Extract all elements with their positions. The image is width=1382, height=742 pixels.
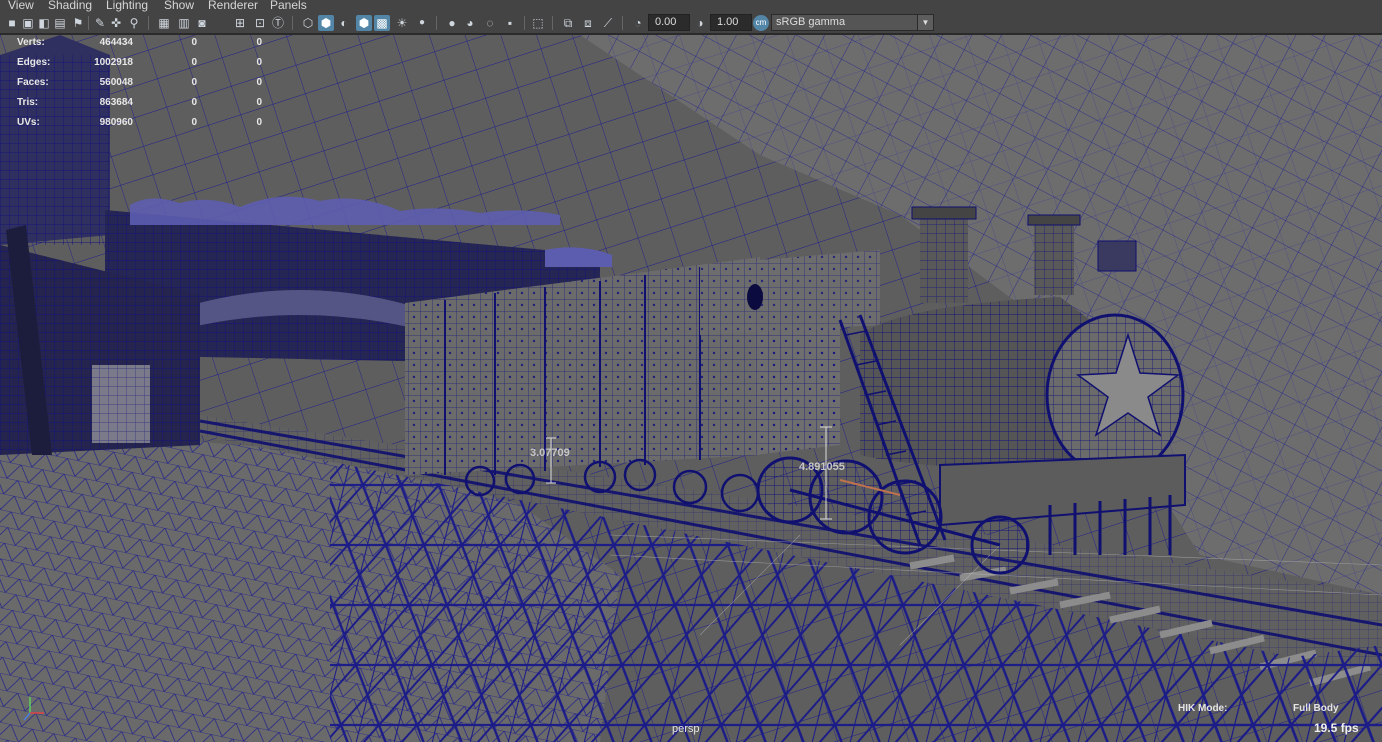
menu-view[interactable]: View — [8, 0, 34, 12]
exposure-icon[interactable]: ◔ — [630, 15, 646, 31]
distance-measure-length[interactable]: 4.891055 — [799, 461, 845, 473]
wireframe-icon[interactable]: ⬡ — [300, 15, 316, 31]
hud-label: Edges: — [17, 57, 51, 68]
view-transform-value: sRGB gamma — [776, 16, 846, 28]
wireframe-on-shaded-icon[interactable]: ⬢ — [356, 15, 372, 31]
menu-shading[interactable]: Shading — [48, 0, 92, 12]
toolbar-separator — [88, 16, 89, 30]
hud-value: 0 — [256, 77, 262, 88]
grid-icon[interactable]: ▥ — [176, 15, 192, 31]
textured-icon[interactable]: ▩ — [374, 15, 390, 31]
hik-mode-value: Full Body — [1293, 703, 1339, 714]
exposure-field[interactable]: 0.00 — [648, 14, 690, 31]
select-camera-icon[interactable]: ■ — [4, 15, 20, 31]
menu-panels[interactable]: Panels — [270, 0, 307, 12]
xray-active-components-icon[interactable]: ⧈ — [580, 15, 596, 31]
viewport-3d[interactable]: Verts: 464434 0 0 Edges: 1002918 0 0 Fac… — [0, 35, 1382, 742]
hud-label: Tris: — [17, 97, 39, 108]
film-gate-icon[interactable]: ⚲ — [126, 15, 142, 31]
grease-pencil-icon[interactable]: ✎ — [92, 15, 108, 31]
screen-space-ao-icon[interactable]: ● — [444, 15, 460, 31]
menu-renderer[interactable]: Renderer — [208, 0, 258, 12]
hud-label: Verts: — [17, 37, 45, 48]
lock-camera-icon[interactable]: ✜ — [108, 15, 124, 31]
color-management-icon[interactable]: cm — [753, 15, 769, 31]
hud-label: UVs: — [17, 117, 40, 128]
menu-lighting[interactable]: Lighting — [106, 0, 148, 12]
scene-wireframe — [0, 35, 1382, 742]
panel-toolbar: ■ ▣ ◧ ▤ ⚑ ✎ ✜ ⚲ ▦ ▥ ◙ ⊞ ⊡ Ⓣ ⬡ ⬢ ◐ ⬢ ▩ ☀ … — [0, 12, 1382, 34]
distance-measure-height[interactable]: 3.07709 — [530, 447, 570, 459]
hud-value: 0 — [256, 97, 262, 108]
isolate-select-icon[interactable]: ⬚ — [530, 15, 546, 31]
toolbar-separator — [552, 16, 553, 30]
safe-action-icon[interactable]: ⊡ — [252, 15, 268, 31]
multisample-aa-icon[interactable]: ◌ — [482, 15, 498, 31]
menu-bar: View Shading Lighting Show Renderer Pane… — [0, 0, 1382, 12]
hik-mode-label: HIK Mode: — [1178, 703, 1228, 714]
smooth-shade-icon[interactable]: ⬢ — [318, 15, 334, 31]
shadows-icon[interactable]: ● — [414, 15, 430, 31]
toolbar-separator — [292, 16, 293, 30]
toolbar-separator — [148, 16, 149, 30]
xray-icon[interactable]: ⧉ — [560, 15, 576, 31]
camera-name-label: persp — [672, 723, 700, 735]
xray-joints-icon[interactable]: ⟋ — [600, 15, 616, 31]
depth-of-field-icon[interactable]: ▪ — [502, 15, 518, 31]
motion-blur-icon[interactable]: ◕ — [462, 15, 478, 31]
hud-value: 0 — [256, 37, 262, 48]
hud-value: 0 — [256, 57, 262, 68]
hud-label: Faces: — [17, 77, 49, 88]
gamma-field[interactable]: 1.00 — [710, 14, 752, 31]
chevron-down-icon: ▼ — [917, 15, 933, 30]
toolbar-separator — [622, 16, 623, 30]
use-default-material-icon[interactable]: ◐ — [336, 15, 352, 31]
toolbar-separator — [524, 16, 525, 30]
toolbar-separator — [436, 16, 437, 30]
field-chart-icon[interactable]: ⊞ — [232, 15, 248, 31]
image-plane-icon[interactable]: ▤ — [52, 15, 68, 31]
bookmark-icon[interactable]: ◧ — [36, 15, 52, 31]
2d-pan-zoom-icon[interactable]: ⚑ — [70, 15, 86, 31]
fps-readout: 19.5 fps — [1314, 721, 1359, 735]
resolution-gate-icon[interactable]: ▦ — [156, 15, 172, 31]
camera-attributes-icon[interactable]: ▣ — [20, 15, 36, 31]
axis-gizmo-icon — [23, 697, 44, 721]
gate-mask-icon[interactable]: ◙ — [194, 15, 210, 31]
view-transform-dropdown[interactable]: sRGB gamma ▼ — [771, 14, 934, 31]
hud-value: 0 — [256, 117, 262, 128]
use-all-lights-icon[interactable]: ☀ — [394, 15, 410, 31]
safe-title-icon[interactable]: Ⓣ — [270, 15, 286, 31]
gamma-icon[interactable]: ◑ — [692, 15, 708, 31]
menu-show[interactable]: Show — [164, 0, 194, 12]
